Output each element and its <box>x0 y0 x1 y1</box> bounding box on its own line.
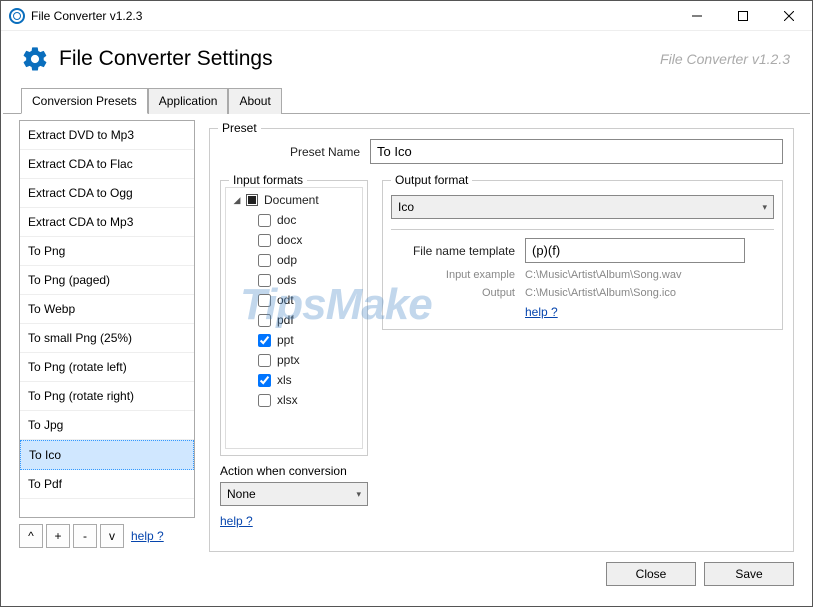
preset-item[interactable]: To Png (rotate right) <box>20 382 194 411</box>
header: File Converter Settings File Converter v… <box>1 31 812 87</box>
format-item[interactable]: pdf <box>232 310 358 330</box>
preset-move-up-button[interactable]: ^ <box>19 524 43 548</box>
file-template-label: File name template <box>391 244 525 258</box>
format-checkbox[interactable] <box>258 274 271 287</box>
page-title: File Converter Settings <box>59 47 660 71</box>
output-example-label: Output <box>391 287 525 299</box>
format-checkbox[interactable] <box>258 374 271 387</box>
preset-item[interactable]: To Jpg <box>20 411 194 440</box>
tabs: Conversion Presets Application About <box>3 87 810 114</box>
input-formats-group: Input formats ◢Documentdocdocxodpodsodtp… <box>220 180 368 456</box>
title-bar: File Converter v1.2.3 <box>1 1 812 31</box>
preset-item[interactable]: To Png (paged) <box>20 266 194 295</box>
format-item[interactable]: odp <box>232 250 358 270</box>
preset-item[interactable]: To Ico <box>20 440 194 470</box>
tab-application[interactable]: Application <box>148 88 229 114</box>
format-item[interactable]: doc <box>232 210 358 230</box>
format-checkbox[interactable] <box>258 254 271 267</box>
output-format-value: Ico <box>398 200 414 214</box>
preset-item[interactable]: To Png (rotate left) <box>20 353 194 382</box>
chevron-down-icon: ▾ <box>762 202 767 213</box>
output-help-link[interactable]: help ? <box>525 305 558 319</box>
preset-group: Preset Preset Name Input formats ◢Docume… <box>209 128 794 552</box>
format-checkbox[interactable] <box>258 294 271 307</box>
output-example-value: C:\Music\Artist\Album\Song.ico <box>525 287 774 299</box>
close-window-button[interactable] <box>766 1 812 30</box>
input-formats-legend: Input formats <box>229 173 307 187</box>
format-item[interactable]: ppt <box>232 330 358 350</box>
preset-move-down-button[interactable]: v <box>100 524 124 548</box>
format-checkbox[interactable] <box>258 234 271 247</box>
brand-label: File Converter v1.2.3 <box>660 51 790 67</box>
input-example-label: Input example <box>391 269 525 281</box>
input-help-link[interactable]: help ? <box>220 514 368 528</box>
tab-conversion-presets[interactable]: Conversion Presets <box>21 88 148 114</box>
format-item[interactable]: xls <box>232 370 358 390</box>
save-button[interactable]: Save <box>704 562 794 586</box>
preset-list[interactable]: Extract DVD to Mp3Extract CDA to FlacExt… <box>19 120 195 518</box>
preset-name-input[interactable] <box>370 139 783 164</box>
preset-remove-button[interactable]: - <box>73 524 97 548</box>
gear-icon <box>21 45 49 73</box>
preset-item[interactable]: Extract CDA to Mp3 <box>20 208 194 237</box>
preset-item[interactable]: Extract CDA to Flac <box>20 150 194 179</box>
preset-item[interactable]: To Png <box>20 237 194 266</box>
action-dropdown[interactable]: None ▾ <box>220 482 368 506</box>
close-button[interactable]: Close <box>606 562 696 586</box>
preset-legend: Preset <box>218 121 261 135</box>
maximize-button[interactable] <box>720 1 766 30</box>
input-formats-tree[interactable]: ◢Documentdocdocxodpodsodtpdfpptpptxxlsxl… <box>225 187 363 449</box>
format-item[interactable]: pptx <box>232 350 358 370</box>
checkbox-mixed[interactable] <box>246 194 258 206</box>
format-checkbox[interactable] <box>258 314 271 327</box>
output-format-dropdown[interactable]: Ico ▾ <box>391 195 774 219</box>
format-item[interactable]: xlsx <box>232 390 358 410</box>
format-checkbox[interactable] <box>258 354 271 367</box>
format-checkbox[interactable] <box>258 334 271 347</box>
format-checkbox[interactable] <box>258 394 271 407</box>
action-label: Action when conversion <box>220 464 368 478</box>
file-template-input[interactable] <box>525 238 745 263</box>
app-icon <box>9 8 25 24</box>
collapse-icon[interactable]: ◢ <box>232 195 242 206</box>
preset-add-button[interactable]: + <box>46 524 70 548</box>
preset-name-label: Preset Name <box>220 145 370 159</box>
preset-help-link[interactable]: help ? <box>131 529 164 543</box>
window-title: File Converter v1.2.3 <box>31 9 674 23</box>
preset-item[interactable]: To Webp <box>20 295 194 324</box>
preset-item[interactable]: Extract DVD to Mp3 <box>20 121 194 150</box>
preset-item[interactable]: To small Png (25%) <box>20 324 194 353</box>
output-format-legend: Output format <box>391 173 472 187</box>
output-format-group: Output format Ico ▾ File name template I… <box>382 180 783 330</box>
format-checkbox[interactable] <box>258 214 271 227</box>
format-item[interactable]: odt <box>232 290 358 310</box>
format-item[interactable]: ods <box>232 270 358 290</box>
format-item[interactable]: docx <box>232 230 358 250</box>
input-example-value: C:\Music\Artist\Album\Song.wav <box>525 269 774 281</box>
tree-root[interactable]: ◢Document <box>232 190 358 210</box>
preset-item[interactable]: Extract CDA to Ogg <box>20 179 194 208</box>
tab-about[interactable]: About <box>228 88 281 114</box>
chevron-down-icon: ▾ <box>356 489 361 500</box>
action-value: None <box>227 487 256 501</box>
minimize-button[interactable] <box>674 1 720 30</box>
preset-item[interactable]: To Pdf <box>20 470 194 499</box>
